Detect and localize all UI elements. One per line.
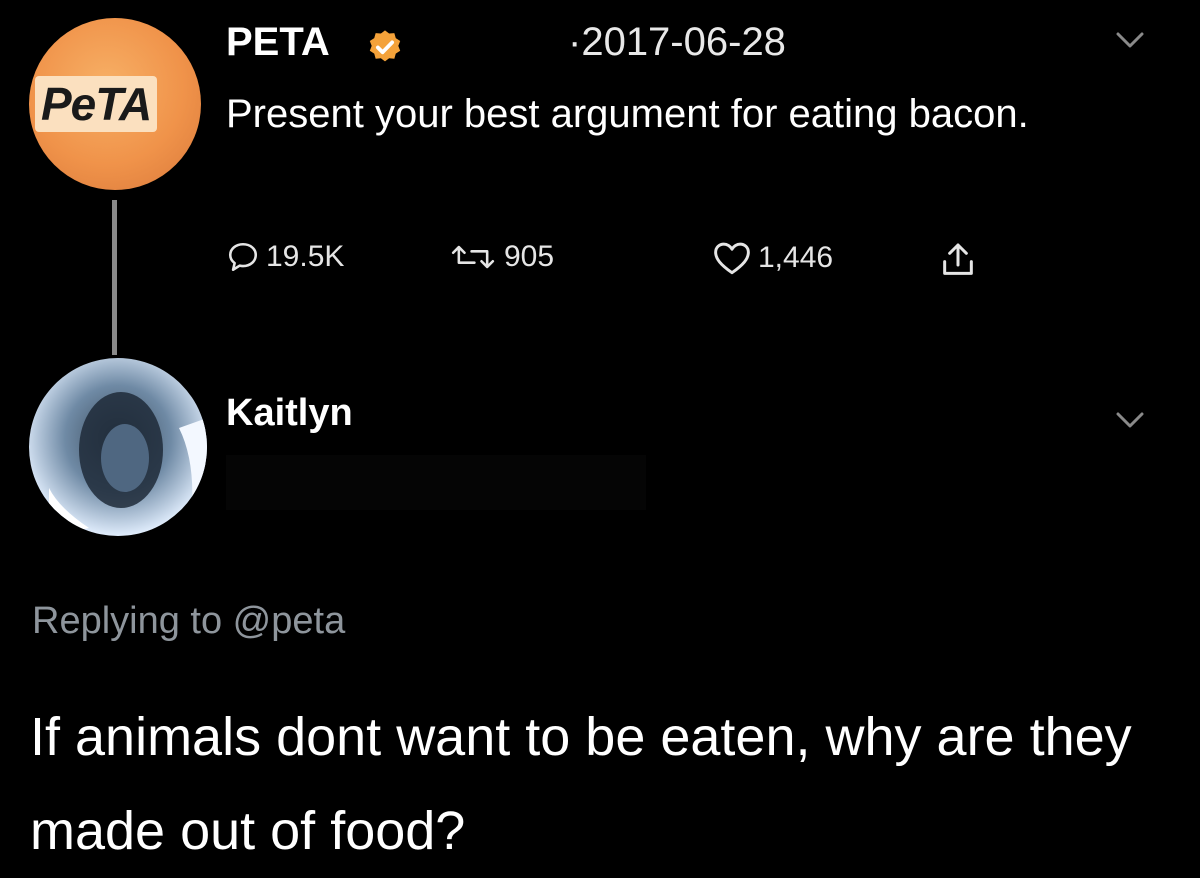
share-button[interactable] xyxy=(938,240,984,280)
thread-line xyxy=(112,200,117,355)
retweet-count: 905 xyxy=(504,240,555,273)
reply-author-avatar[interactable] xyxy=(29,358,207,536)
replying-to-label[interactable]: Replying to @peta xyxy=(32,600,345,643)
tweet-text: Present your best argument for eating ba… xyxy=(226,92,1029,136)
chevron-down-icon[interactable] xyxy=(1112,406,1148,434)
retweet-button[interactable]: 905 xyxy=(448,240,554,274)
reply-text: If animals dont want to be eaten, why ar… xyxy=(30,707,1132,861)
tweet-date[interactable]: ·2017-06-28 xyxy=(568,20,786,65)
share-icon xyxy=(943,243,973,275)
peta-logo: PeTA xyxy=(35,76,158,132)
redacted-handle xyxy=(418,24,568,72)
reply-author-name[interactable]: Kaitlyn xyxy=(226,392,353,435)
retweet-icon xyxy=(451,245,495,269)
verified-badge-icon xyxy=(369,30,401,62)
like-icon xyxy=(714,242,750,275)
like-button[interactable]: 1,446 xyxy=(712,240,833,276)
reply-icon xyxy=(228,242,258,272)
redacted-handle xyxy=(226,455,646,510)
reply-count: 19.5K xyxy=(266,240,345,273)
like-count: 1,446 xyxy=(758,241,834,274)
peta-avatar[interactable]: PeTA xyxy=(29,18,201,190)
tweet-author-name[interactable]: PETA xyxy=(226,20,330,65)
reply-button[interactable]: 19.5K xyxy=(226,240,344,274)
chevron-down-icon[interactable] xyxy=(1112,26,1148,54)
avatar-photo xyxy=(49,392,207,536)
